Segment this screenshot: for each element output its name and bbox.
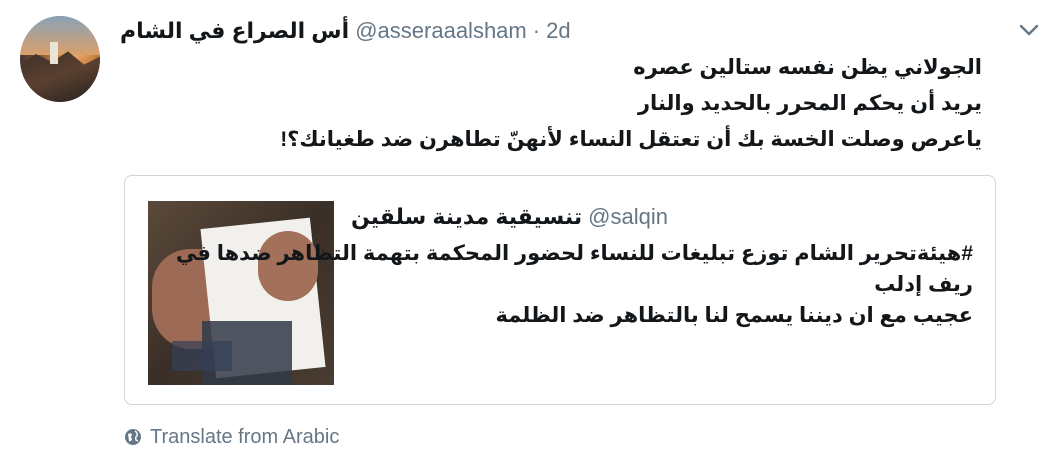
translate-label[interactable]: Translate from Arabic — [150, 426, 339, 449]
quoted-tweet-text: #هيئةتحرير الشام توزع تبليغات للنساء لحض… — [175, 238, 973, 331]
display-name[interactable]: أس الصراع في الشام — [120, 18, 349, 44]
timestamp[interactable]: 2d — [546, 18, 570, 44]
quoted-tweet-image[interactable] — [148, 201, 334, 385]
quoted-tweet[interactable]: تنسيقية مدينة سلقين @salqin #هيئةتحرير ا… — [124, 175, 996, 405]
quoted-line: #هيئةتحرير الشام توزع تبليغات للنساء لحض… — [175, 242, 973, 265]
user-handle[interactable]: @asseraaalsham — [355, 18, 527, 44]
avatar-tower — [50, 42, 58, 64]
avatar-rock — [20, 51, 100, 102]
tweet-line: ياعرص وصلت الخسة بك أن تعتقل النساء لأنه… — [280, 128, 982, 151]
separator-dot: · — [532, 18, 541, 43]
tweet-text: الجولاني يظن نفسه ستالين عصره يريد أن يح… — [102, 50, 982, 158]
avatar-sky — [20, 16, 100, 55]
quoted-tweet-header: تنسيقية مدينة سلقين @salqin — [351, 202, 668, 232]
quoted-line: عجيب مع ان ديننا يسمح لنا بالتظاهر ضد ال… — [495, 304, 973, 327]
quoted-user-handle[interactable]: @salqin — [588, 204, 668, 230]
globe-icon — [125, 429, 141, 445]
avatar[interactable] — [20, 16, 100, 102]
tweet-header: أس الصراع في الشام @asseraaalsham · 2d — [120, 16, 571, 46]
image-stamp — [172, 341, 232, 371]
tweet-line: يريد أن يحكم المحرر بالحديد والنار — [637, 92, 982, 115]
translate-link[interactable]: Translate from Arabic — [124, 425, 339, 449]
tweet-line: الجولاني يظن نفسه ستالين عصره — [633, 56, 982, 79]
quoted-line: ريف إدلب — [874, 273, 973, 296]
quoted-display-name[interactable]: تنسيقية مدينة سلقين — [351, 204, 582, 230]
chevron-down-icon[interactable] — [1018, 22, 1040, 38]
